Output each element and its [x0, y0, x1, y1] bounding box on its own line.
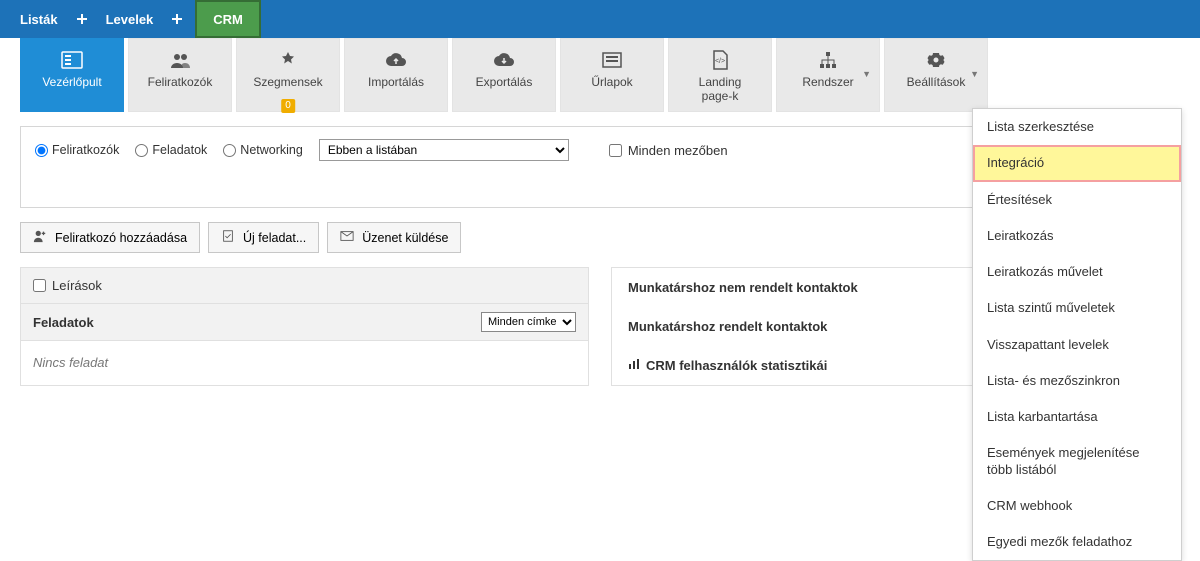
all-fields-checkbox[interactable]	[609, 144, 622, 157]
dropdown-bounced[interactable]: Visszapattant levelek	[973, 327, 1181, 363]
right-assigned-label: Munkatárshoz rendelt kontaktok	[628, 319, 827, 334]
send-message-button[interactable]: Üzenet küldése	[327, 222, 461, 253]
radio-networking[interactable]: Networking	[223, 143, 303, 157]
tab-subscribers[interactable]: Feliratkozók	[128, 38, 232, 112]
tasks-heading: Feladatok	[33, 315, 94, 330]
cloud-up-icon	[345, 49, 447, 71]
tab-import-label: Importálás	[345, 75, 447, 89]
tab-settings[interactable]: ▼ Beállítások	[884, 38, 988, 112]
radio-tasks-label: Feladatok	[152, 143, 207, 157]
plus-levelek-icon[interactable]	[163, 0, 191, 38]
caret-down-icon: ▼	[862, 69, 871, 79]
no-task-message: Nincs feladat	[21, 341, 588, 384]
dropdown-custom-task-fields[interactable]: Egyedi mezők feladathoz	[973, 524, 1181, 560]
sitemap-icon	[777, 49, 879, 71]
tab-export[interactable]: Exportálás	[452, 38, 556, 112]
scope-select[interactable]: Ebben a listában	[319, 139, 569, 161]
radio-tasks-input[interactable]	[135, 144, 148, 157]
left-panel: Leírások Feladatok Minden címke Nincs fe…	[20, 267, 589, 386]
tab-import[interactable]: Importálás	[344, 38, 448, 112]
tab-forms-label: Űrlapok	[561, 75, 663, 89]
tab-landing-label: Landing page-k	[669, 75, 771, 103]
tag-filter-select[interactable]: Minden címke	[481, 312, 576, 332]
caret-down-icon: ▼	[970, 69, 979, 79]
tab-dashboard[interactable]: Vezérlőpult	[20, 38, 124, 112]
dropdown-sync[interactable]: Lista- és mezőszinkron	[973, 363, 1181, 399]
radio-subscribers-input[interactable]	[35, 144, 48, 157]
page-code-icon: </>	[669, 49, 771, 71]
dashboard-icon	[21, 49, 123, 71]
envelope-icon	[340, 229, 354, 246]
dropdown-list-level-ops[interactable]: Lista szintű műveletek	[973, 290, 1181, 326]
topbar: Listák Levelek CRM	[0, 0, 1200, 38]
dropdown-events-multi[interactable]: Események megjelenítése több listából	[973, 435, 1181, 488]
all-fields-label: Minden mezőben	[628, 143, 728, 158]
topbar-listak[interactable]: Listák	[10, 0, 68, 38]
bar-chart-icon	[628, 358, 640, 373]
dropdown-unsubscribe[interactable]: Leiratkozás	[973, 218, 1181, 254]
radio-tasks[interactable]: Feladatok	[135, 143, 207, 157]
tab-system[interactable]: ▼ Rendszer	[776, 38, 880, 112]
form-icon	[561, 49, 663, 71]
target-icon	[237, 49, 339, 71]
dropdown-unsubscribe-action[interactable]: Leiratkozás művelet	[973, 254, 1181, 290]
settings-dropdown: Lista szerkesztése Integráció Értesítése…	[972, 108, 1182, 561]
add-subscriber-button[interactable]: Feliratkozó hozzáadása	[20, 222, 200, 253]
cloud-down-icon	[453, 49, 555, 71]
users-icon	[129, 49, 231, 71]
gear-icon	[885, 49, 987, 71]
radio-networking-label: Networking	[240, 143, 303, 157]
right-crm-stats-label: CRM felhasználók statisztikái	[646, 358, 827, 373]
tab-segments[interactable]: Szegmensek 0	[236, 38, 340, 112]
topbar-crm[interactable]: CRM	[195, 0, 261, 38]
add-subscriber-label: Feliratkozó hozzáadása	[55, 231, 187, 245]
topbar-levelek[interactable]: Levelek	[96, 0, 164, 38]
descriptions-toggle[interactable]: Leírások	[33, 278, 102, 293]
tab-export-label: Exportálás	[453, 75, 555, 89]
dropdown-integration[interactable]: Integráció	[973, 145, 1181, 181]
dropdown-maintenance[interactable]: Lista karbantartása	[973, 399, 1181, 435]
descriptions-label: Leírások	[52, 278, 102, 293]
radio-subscribers-label: Feliratkozók	[52, 143, 119, 157]
dropdown-notifications[interactable]: Értesítések	[973, 182, 1181, 218]
tab-subscribers-label: Feliratkozók	[129, 75, 231, 89]
tab-row: Vezérlőpult Feliratkozók Szegmensek 0 Im…	[0, 38, 1200, 112]
right-unassigned-label: Munkatárshoz nem rendelt kontaktok	[628, 280, 858, 295]
segments-badge: 0	[281, 99, 295, 113]
svg-text:</>: </>	[715, 58, 725, 65]
send-message-label: Üzenet küldése	[362, 231, 448, 245]
tab-segments-label: Szegmensek	[237, 75, 339, 89]
tab-forms[interactable]: Űrlapok	[560, 38, 664, 112]
plus-listak-icon[interactable]	[68, 0, 96, 38]
descriptions-checkbox[interactable]	[33, 279, 46, 292]
main-area: Lista szerkesztése Integráció Értesítése…	[0, 112, 1200, 386]
clipboard-check-icon	[221, 229, 235, 246]
radio-subscribers[interactable]: Feliratkozók	[35, 143, 119, 157]
tab-landing[interactable]: </> Landing page-k	[668, 38, 772, 112]
tab-dashboard-label: Vezérlőpult	[21, 75, 123, 89]
new-task-label: Új feladat...	[243, 231, 306, 245]
dropdown-edit-list[interactable]: Lista szerkesztése	[973, 109, 1181, 145]
dropdown-crm-webhook[interactable]: CRM webhook	[973, 488, 1181, 524]
user-plus-icon	[33, 229, 47, 246]
new-task-button[interactable]: Új feladat...	[208, 222, 319, 253]
radio-networking-input[interactable]	[223, 144, 236, 157]
